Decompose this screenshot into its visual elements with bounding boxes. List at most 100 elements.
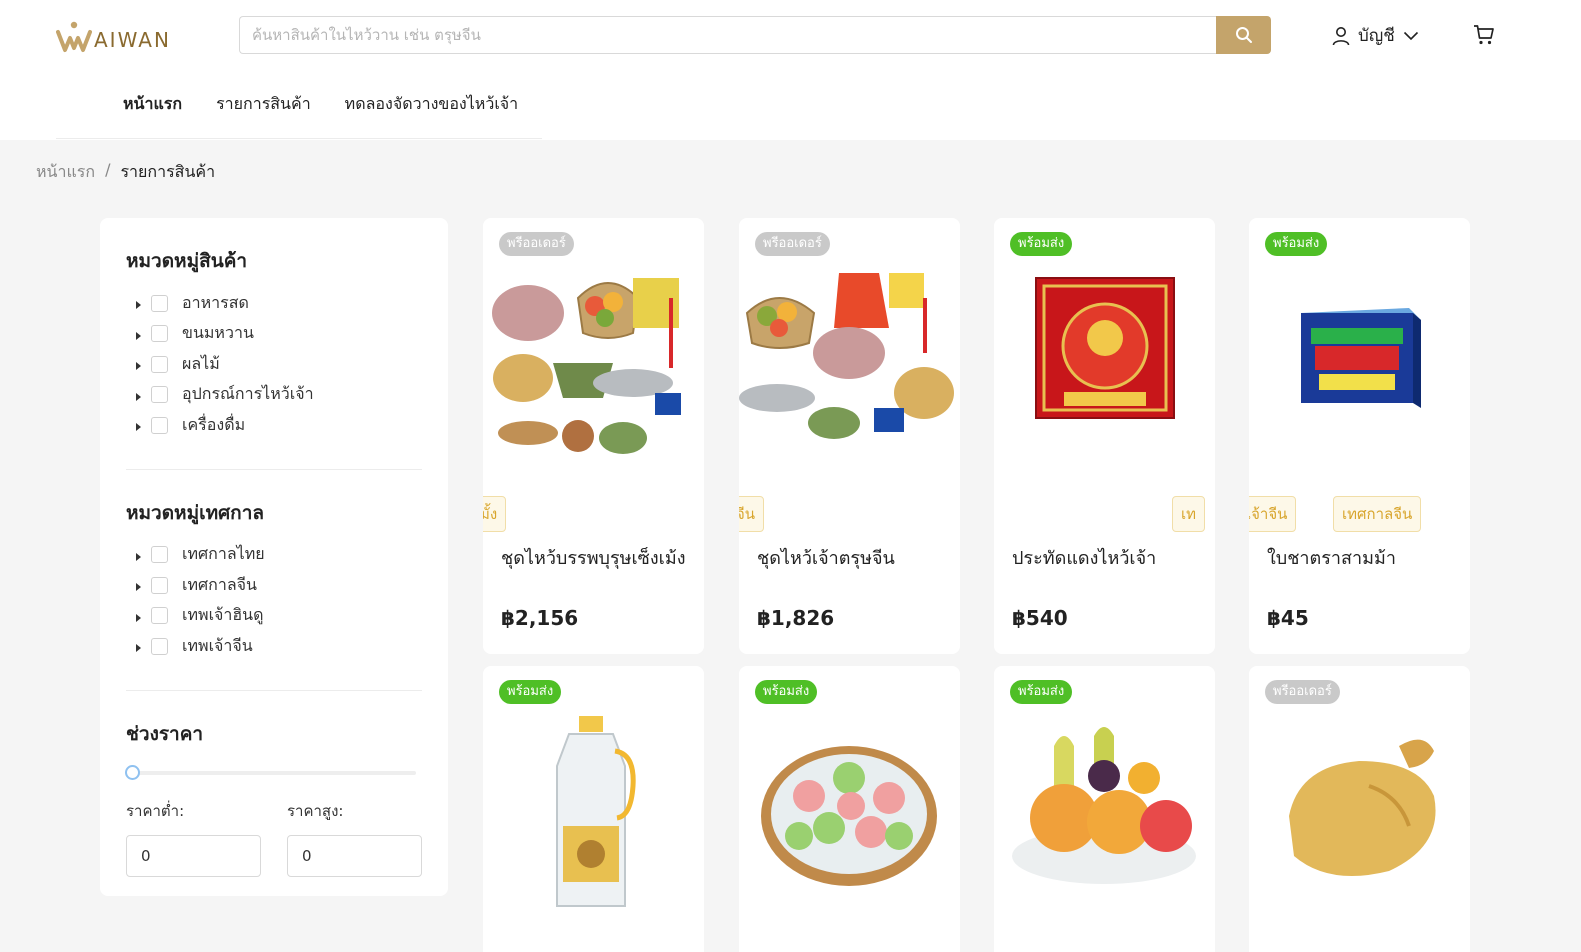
price-slider[interactable]: [125, 764, 416, 780]
max-price-input[interactable]: [287, 834, 422, 877]
checkbox[interactable]: [151, 325, 168, 343]
checkbox[interactable]: [151, 416, 168, 434]
max-price-label: ราคาสูง:: [287, 801, 344, 820]
filter-item-worship-supplies[interactable]: อุปกรณ์การไหว้เจ้า: [126, 380, 422, 411]
main-nav: หน้าแรก รายการสินค้า ทดลองจัดวางของไหว้เ…: [123, 92, 518, 117]
expand-caret-icon[interactable]: [136, 552, 141, 561]
breadcrumb-home[interactable]: หน้าแรก: [36, 160, 95, 185]
product-price: ฿2,156: [501, 606, 579, 630]
expand-caret-icon[interactable]: [136, 423, 141, 432]
product-price: ฿1,826: [757, 606, 835, 630]
stock-badge: พรีออเดอร์: [1265, 680, 1340, 704]
product-card[interactable]: พร้อมส่ง: [739, 666, 960, 952]
logo-mark-icon: [56, 21, 92, 52]
checkbox[interactable]: [151, 576, 168, 594]
price-inputs: ราคาต่ำ: ราคาสูง:: [126, 799, 422, 877]
product-name: ใบชาตราสามม้า: [1267, 548, 1396, 569]
product-card[interactable]: พรีออเดอร์ จีน ชุดไหว้เจ้าตรุษจีน ฿1,826: [739, 218, 960, 654]
header: AIWAN บัญชี หน้าแรก รายการสินค้า ทดลอ: [0, 0, 1581, 140]
boiled-chicken-icon: [1289, 739, 1436, 876]
cart-button[interactable]: [1473, 24, 1495, 50]
product-card[interactable]: พรีออเดอร์: [1249, 666, 1470, 952]
filter-item-dessert[interactable]: ขนมหวาน: [126, 319, 422, 350]
expand-caret-icon[interactable]: [136, 301, 141, 310]
checkbox[interactable]: [151, 607, 168, 625]
stock-badge: พร้อมส่ง: [1010, 232, 1073, 256]
filter-item-fresh-food[interactable]: อาหารสด: [126, 288, 422, 319]
filter-item-chinese-gods[interactable]: เทพเจ้าจีน: [126, 631, 422, 662]
expand-caret-icon[interactable]: [136, 644, 141, 653]
breadcrumb: หน้าแรก / รายการสินค้า: [36, 160, 215, 185]
checkbox[interactable]: [151, 546, 168, 564]
festival-category-title: หมวดหมู่เทศกาล: [126, 501, 265, 524]
product-card[interactable]: พร้อมส่ง: [994, 666, 1215, 952]
expand-caret-icon[interactable]: [136, 392, 141, 401]
account-label: บัญชี: [1358, 26, 1395, 46]
oil-bottle-icon: [556, 716, 636, 907]
filter-label: เทพเจ้าจีน: [182, 635, 253, 655]
nav-altar-setup[interactable]: ทดลองจัดวางของไหว้เจ้า: [345, 92, 518, 117]
stock-badge: พรีออเดอร์: [755, 232, 830, 256]
filter-item-hindu-gods[interactable]: เทพเจ้าฮินดู: [126, 601, 422, 632]
divider: [126, 689, 422, 691]
filter-label: เทศกาลจีน: [182, 574, 257, 594]
price-range-title: ช่วงราคา: [126, 722, 204, 745]
firecracker-box-icon: [1035, 277, 1175, 419]
product-card[interactable]: พร้อมส่ง: [483, 666, 704, 952]
filter-label: เครื่องดื่ม: [182, 414, 246, 434]
brand-logo[interactable]: AIWAN: [56, 18, 171, 54]
product-name: ชุดไหว้เจ้าตรุษจีน: [757, 548, 895, 569]
product-price: ฿45: [1267, 606, 1309, 630]
nav-divider: [56, 138, 542, 139]
stock-badge: พรีออเดอร์: [499, 232, 574, 256]
search-button[interactable]: [1216, 16, 1271, 54]
checkbox[interactable]: [151, 386, 168, 404]
product-category-title: หมวดหมู่สินค้า: [126, 250, 248, 272]
price-slider-handle[interactable]: [125, 764, 140, 780]
filter-label: อาหารสด: [182, 292, 249, 312]
chevron-down-icon: [1403, 31, 1418, 40]
festival-tag[interactable]: มั้ง: [483, 496, 507, 532]
tea-box-icon: [1301, 308, 1421, 408]
nav-products[interactable]: รายการสินค้า: [216, 92, 311, 117]
filter-item-chinese-festival[interactable]: เทศกาลจีน: [126, 570, 422, 601]
breadcrumb-current: รายการสินค้า: [120, 162, 216, 181]
expand-caret-icon[interactable]: [136, 362, 141, 371]
search-icon: [1235, 27, 1252, 43]
expand-caret-icon[interactable]: [136, 331, 141, 340]
filter-label: ขนมหวาน: [182, 323, 254, 343]
product-name: ประทัดแดงไหว้เจ้า: [1012, 548, 1157, 569]
checkbox[interactable]: [151, 294, 168, 312]
min-price-input[interactable]: [126, 834, 261, 877]
account-menu[interactable]: บัญชี: [1332, 22, 1419, 49]
stock-badge: พร้อมส่ง: [755, 680, 818, 704]
stock-badge: พร้อมส่ง: [1010, 680, 1073, 704]
festival-tag[interactable]: จีน: [739, 496, 765, 532]
stock-badge: พร้อมส่ง: [1265, 232, 1328, 256]
nav-home[interactable]: หน้าแรก: [123, 92, 182, 117]
tag-list: มั้ง: [483, 496, 704, 534]
brand-name: AIWAN: [94, 28, 171, 52]
filter-item-thai-festival[interactable]: เทศกาลไทย: [126, 540, 422, 571]
min-price-label: ราคาต่ำ:: [126, 801, 185, 820]
tag-list: เจ้าจีน เทศกาลจีน: [1249, 496, 1470, 534]
cart-icon: [1474, 25, 1494, 45]
product-card[interactable]: พร้อมส่ง เจ้าจีน เทศกาลจีน ใบชาตราสามม้า…: [1249, 218, 1470, 654]
festival-tag[interactable]: เทศกาลจีน: [1333, 496, 1422, 532]
filter-item-fruit[interactable]: ผลไม้: [126, 349, 422, 380]
expand-caret-icon[interactable]: [136, 613, 141, 622]
checkbox[interactable]: [151, 355, 168, 373]
expand-caret-icon[interactable]: [136, 583, 141, 592]
filter-label: อุปกรณ์การไหว้เจ้า: [182, 384, 314, 404]
chinese-new-year-set-icon: [739, 273, 954, 439]
checkbox[interactable]: [151, 637, 168, 655]
search-bar: [239, 16, 1271, 54]
stock-badge: พร้อมส่ง: [499, 680, 562, 704]
festival-tag[interactable]: เท: [1172, 496, 1206, 532]
product-card[interactable]: พร้อมส่ง เท ประทัดแดงไหว้เจ้า ฿540: [994, 218, 1215, 654]
filter-item-drinks[interactable]: เครื่องดื่ม: [126, 410, 422, 441]
search-input[interactable]: [239, 16, 1216, 54]
festival-tag[interactable]: เจ้าจีน: [1249, 496, 1297, 532]
tag-list: เท: [994, 496, 1215, 534]
product-card[interactable]: พรีออเดอร์ มั้ง ชุดไหว้บรรพบุรุษเซ็งเม้ง…: [483, 218, 704, 654]
